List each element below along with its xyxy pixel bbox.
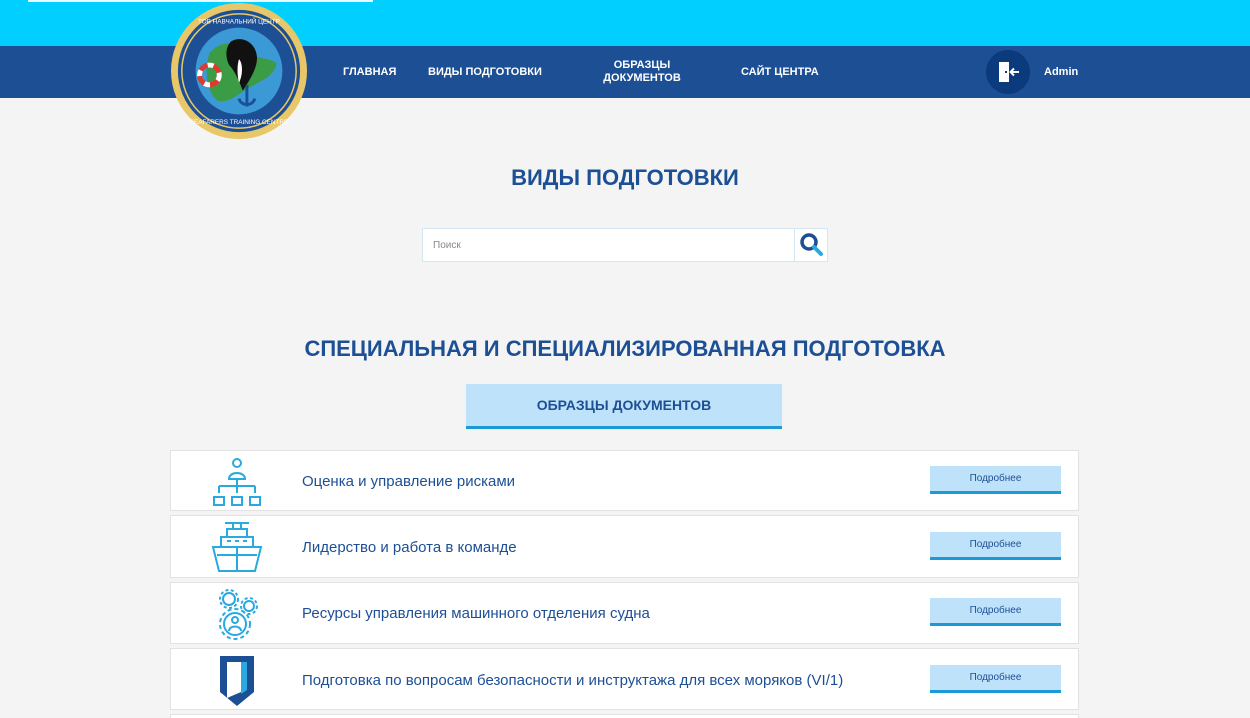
nav-center-site[interactable]: САЙТ ЦЕНТРА bbox=[741, 66, 819, 79]
shield-icon bbox=[220, 656, 254, 706]
page-title: ВИДЫ ПОДГОТОВКИ bbox=[511, 165, 739, 190]
org-hierarchy-icon bbox=[213, 458, 261, 506]
user-name[interactable]: Admin bbox=[1044, 66, 1078, 78]
seafarers-training-centre-logo[interactable]: ТОВ НАВЧАЛЬНИЙ ЦЕНТР SEAFARERS TRAINING … bbox=[170, 2, 308, 140]
course-card-risk-management: Оценка и управление рисками Подробнее bbox=[170, 450, 1079, 511]
course-title[interactable]: Оценка и управление рисками bbox=[302, 473, 515, 490]
ship-icon bbox=[211, 522, 263, 572]
search-input[interactable] bbox=[423, 229, 793, 261]
svg-text:ТОВ НАВЧАЛЬНИЙ ЦЕНТР: ТОВ НАВЧАЛЬНИЙ ЦЕНТР bbox=[198, 17, 280, 26]
nav-training-types[interactable]: ВИДЫ ПОДГОТОВКИ bbox=[428, 66, 542, 79]
course-title[interactable]: Лидерство и работа в команде bbox=[302, 539, 517, 556]
section-title: СПЕЦИАЛЬНАЯ И СПЕЦИАЛИЗИРОВАННАЯ ПОДГОТО… bbox=[304, 336, 946, 361]
course-card-safety: Подготовка по вопросам безопасности и ин… bbox=[170, 648, 1079, 710]
details-button[interactable]: Подробнее bbox=[930, 466, 1061, 494]
course-card-next bbox=[170, 714, 1079, 718]
details-button[interactable]: Подробнее bbox=[930, 532, 1061, 560]
nav-home[interactable]: ГЛАВНАЯ bbox=[343, 66, 396, 79]
nav-document-samples-line1: ОБРАЗЦЫ bbox=[613, 59, 671, 71]
course-title[interactable]: Подготовка по вопросам безопасности и ин… bbox=[302, 672, 843, 689]
nav-document-samples-line2: ДОКУМЕНТОВ bbox=[603, 72, 681, 84]
course-card-engine-room: Ресурсы управления машинного отделения с… bbox=[170, 582, 1079, 644]
document-samples-button[interactable]: ОБРАЗЦЫ ДОКУМЕНТОВ bbox=[466, 384, 782, 429]
course-card-leadership: Лидерство и работа в команде Подробнее bbox=[170, 515, 1079, 578]
details-button[interactable]: Подробнее bbox=[930, 665, 1061, 693]
details-button[interactable]: Подробнее bbox=[930, 598, 1061, 626]
gears-person-icon bbox=[219, 589, 258, 640]
logout-button[interactable] bbox=[986, 50, 1030, 94]
logout-door-icon bbox=[999, 62, 1019, 82]
course-title[interactable]: Ресурсы управления машинного отделения с… bbox=[302, 605, 650, 622]
search-icon bbox=[800, 233, 823, 256]
nav-document-samples[interactable]: ОБРАЗЦЫ ДОКУМЕНТОВ bbox=[592, 59, 692, 85]
search-button[interactable] bbox=[794, 229, 827, 261]
search-bar bbox=[422, 228, 828, 262]
svg-text:SEAFARERS TRAINING CENTRE: SEAFARERS TRAINING CENTRE bbox=[190, 119, 289, 126]
